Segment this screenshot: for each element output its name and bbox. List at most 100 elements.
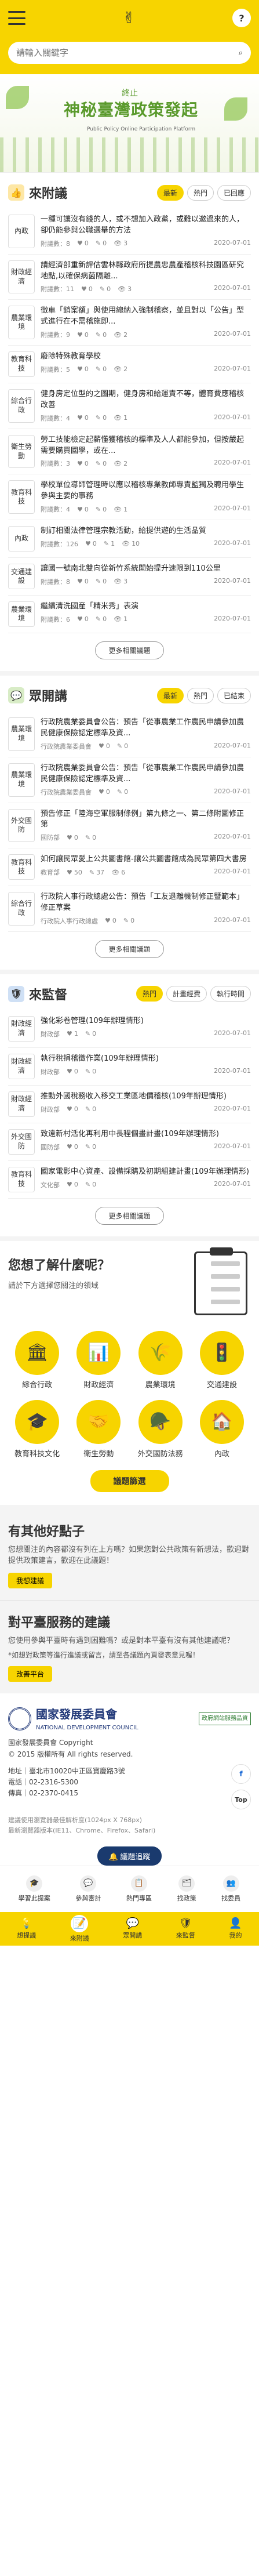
nav-item[interactable]: 💬 眾開講 bbox=[123, 1917, 142, 1940]
list-item[interactable]: 教育科技 廢除特殊教育學校 附議數：5 ♥ 0 ✎ 0 👁 2 2020-07-01 bbox=[8, 346, 251, 384]
quick-link[interactable]: 👥 找委員 bbox=[221, 1875, 240, 1903]
topic-cell[interactable]: 🏛 綜合行政 bbox=[8, 1330, 66, 1389]
list-item[interactable]: 農業環境 繼續清洗國産「精米秀」表演 附議數：6 ♥ 0 ✎ 0 👁 1 2020-07-01 bbox=[8, 596, 251, 634]
item-title[interactable]: 勞工技能檢定起薪懂獲稽核的標準及人人都能參加，但按嚴起需要購買國學，或在... bbox=[41, 435, 251, 457]
item-title[interactable]: 推動外國稅務收入移交工業區地價稽核(109年辦理情形) bbox=[41, 1091, 251, 1102]
item-title[interactable]: 強化彩卷管理(109年辦理情形) bbox=[41, 1016, 251, 1027]
search-input[interactable] bbox=[16, 48, 239, 58]
list-item[interactable]: 農業環境 徵車「銷案額」與使用總納入強制稽察，並且對以「公告」型式進行在不需稽施即… bbox=[8, 300, 251, 346]
item-title[interactable]: 廢除特殊教育學校 bbox=[41, 351, 251, 362]
tab-1[interactable]: 熱門 bbox=[187, 687, 214, 703]
tab-2[interactable]: 已回應 bbox=[217, 184, 251, 201]
quick-link-icon: 📋 bbox=[130, 1875, 147, 1892]
list-item[interactable]: 交通建設 讓國一號南北雙向從新竹系統開始提升速限到110公里 附議數：8 ♥ 0 ✎ 0 👁 3… bbox=[8, 558, 251, 596]
topic-icon[interactable]: 🏛 bbox=[15, 1330, 60, 1375]
list-item[interactable]: 外交國防 預告修正「陸海空軍服制條例」第九條之一、第二條附圖修正第 國防部 ♥ 0 ✎ 0 2… bbox=[8, 803, 251, 849]
item-title[interactable]: 制訂相關法律管理宗教活動，給提供遊的生活品質 bbox=[41, 526, 251, 537]
nav-item[interactable]: 👤 我的 bbox=[229, 1917, 242, 1940]
topic-filter-button[interactable]: 議題篩選 bbox=[90, 1470, 169, 1492]
quick-link[interactable]: 💬 參與審計 bbox=[75, 1875, 101, 1903]
topic-icon[interactable]: 📊 bbox=[76, 1330, 121, 1375]
search-icon[interactable]: ⌕ bbox=[239, 49, 243, 57]
item-title[interactable]: 學校單位導師管理時以應以稽核專業教師專責監獨及聘用學生參與主要的事務 bbox=[41, 480, 251, 502]
topic-cell[interactable]: 🎓 教育科技文化 bbox=[8, 1399, 66, 1458]
category-tag: 農業環境 bbox=[8, 601, 35, 627]
item-title[interactable]: 行政院農業委員會公告：預告「從事農業工作農民申請參加農民健康保險認定標準及資..… bbox=[41, 717, 251, 739]
item-title[interactable]: 致遠新村活化再利用中長程個畫計畫(109年辦理情形) bbox=[41, 1129, 251, 1140]
nav-item[interactable]: 📝 來附議 bbox=[70, 1914, 89, 1943]
nav-item[interactable]: 💡 想提議 bbox=[17, 1917, 36, 1940]
item-title[interactable]: 徵車「銷案額」與使用總納入強制稽察，並且對以「公告」型式進行在不需稽施即... bbox=[41, 306, 251, 328]
topic-cell[interactable]: 📊 財政經濟 bbox=[70, 1330, 127, 1389]
item-title[interactable]: 如何讓民眾愛上公共圖書館-讓公共圖書館成為民眾第四大書房 bbox=[41, 854, 251, 865]
item-title[interactable]: 讓國一號南北雙向從新竹系統開始提升速限到110公里 bbox=[41, 564, 251, 575]
tab-0[interactable]: 最新 bbox=[156, 184, 184, 201]
item-title[interactable]: 執行稅捐稽徵作業(109年辦理情形) bbox=[41, 1054, 251, 1065]
tab-1[interactable]: 熱門 bbox=[187, 184, 214, 201]
tab-1[interactable]: 計畫經費 bbox=[166, 986, 207, 1002]
item-date: 2020-07-01 bbox=[214, 833, 251, 841]
list-item[interactable]: 財政經濟 強化彩卷管理(109年辦理情形) 財政部 ♥ 1 ✎ 0 2020-07-01 bbox=[8, 1010, 251, 1048]
more-jiandu-button[interactable]: 更多相關議題 bbox=[95, 1206, 164, 1225]
tab-0[interactable]: 最新 bbox=[156, 687, 184, 703]
nav-item[interactable]: 🛡 來監督 bbox=[176, 1917, 195, 1940]
category-tag: 外交國防 bbox=[8, 1129, 35, 1155]
item-title[interactable]: 健身房定位型的之圖期，健身房和給運責不等，體育費應稽核改善 bbox=[41, 389, 251, 411]
quality-badge[interactable]: 政府網站服務品質 bbox=[199, 1713, 251, 1726]
item-title[interactable]: 國家電影中心資產、設備採購及初期組建計畫(109年辦理情形) bbox=[41, 1167, 251, 1178]
like-count: ♥ 0 bbox=[67, 1105, 78, 1114]
site-logo-icon[interactable]: ✌ bbox=[123, 9, 136, 27]
list-item[interactable]: 外交國防 致遠新村活化再利用中長程個畫計畫(109年辦理情形) 國防部 ♥ 0 ✎ 0 202… bbox=[8, 1123, 251, 1161]
more-fuyi-button[interactable]: 更多相關議題 bbox=[95, 641, 164, 660]
item-stats: 附議數：11 ♥ 0 ✎ 0 👁 3 bbox=[41, 284, 132, 293]
tab-2[interactable]: 已結束 bbox=[217, 687, 251, 703]
list-item[interactable]: 衛生勞動 勞工技能檢定起薪懂獲稽核的標準及人人都能參加，但按嚴起需要購買國學，或在… bbox=[8, 429, 251, 475]
topic-cell[interactable]: 🤝 衛生勞動 bbox=[70, 1399, 127, 1458]
issue-tracker-button[interactable]: 🔔 議題追蹤 bbox=[97, 1846, 162, 1866]
list-item[interactable]: 農業環境 行政院農業委員會公告：預告「從事農業工作農民申請參加農民健康保險認定標準… bbox=[8, 757, 251, 803]
item-meta: 文化部 ♥ 0 ✎ 0 2020-07-01 bbox=[41, 1180, 251, 1189]
topic-icon[interactable]: 🪖 bbox=[138, 1399, 183, 1444]
list-item[interactable]: 教育科技 國家電影中心資產、設備採購及初期組建計畫(109年辦理情形) 文化部 ♥ 0 ✎… bbox=[8, 1161, 251, 1199]
topic-icon[interactable]: 🌾 bbox=[138, 1330, 183, 1375]
more-zhongyi-button[interactable]: 更多相關議題 bbox=[95, 939, 164, 958]
quick-link[interactable]: 🎓 學習此提案 bbox=[19, 1875, 50, 1903]
item-stats: 財政部 ♥ 1 ✎ 0 bbox=[41, 1029, 96, 1039]
list-item[interactable]: 教育科技 學校單位導師管理時以應以稽核專業教師專責監獨及聘用學生參與主要的事務 附議… bbox=[8, 474, 251, 521]
suggest-button[interactable]: 我想建議 bbox=[8, 1572, 53, 1588]
item-title[interactable]: 一種可讓沒有錢的人，或不想加入政黨，或難以邀過來的人，卻仍能參與公職選舉的方法 bbox=[41, 215, 251, 237]
tab-2[interactable]: 執行時間 bbox=[210, 986, 251, 1002]
list-item[interactable]: 農業環境 行政院農業委員會公告：預告「從事農業工作農民申請參加農民健康保險認定標準… bbox=[8, 712, 251, 757]
topic-icon[interactable]: 🤝 bbox=[76, 1399, 121, 1444]
list-item[interactable]: 內政 制訂相關法律管理宗教活動，給提供遊的生活品質 附議數：126 ♥ 0 ✎ 1 👁 10 20… bbox=[8, 520, 251, 558]
help-button[interactable]: ? bbox=[232, 9, 251, 27]
item-title[interactable]: 行政院農業委員會公告：預告「從事農業工作農民申請參加農民健康保險認定標準及資..… bbox=[41, 763, 251, 785]
tab-0[interactable]: 熱門 bbox=[136, 986, 163, 1002]
topic-icon[interactable]: 🎓 bbox=[15, 1399, 60, 1444]
topic-icon[interactable]: 🚦 bbox=[199, 1330, 244, 1375]
item-title[interactable]: 行政院人事行政總處公告：預告「工友退離機制修正暨範本」修正草案 bbox=[41, 892, 251, 914]
list-item[interactable]: 綜合行政 行政院人事行政總處公告：預告「工友退離機制修正暨範本」修正草案 行政院人事… bbox=[8, 886, 251, 932]
item-title[interactable]: 繼續清洗國産「精米秀」表演 bbox=[41, 601, 251, 612]
item-title[interactable]: 預告修正「陸海空軍服制條例」第九條之一、第二條附圖修正第 bbox=[41, 809, 251, 831]
list-item[interactable]: 內政 一種可讓沒有錢的人，或不想加入政黨，或難以邀過來的人，卻仍能參與公職選舉的方… bbox=[8, 209, 251, 255]
list-item[interactable]: 財政經濟 推動外國稅務收入移交工業區地價稽核(109年辦理情形) 財政部 ♥ 0 ✎ 0 20… bbox=[8, 1086, 251, 1123]
item-stats: 財政部 ♥ 0 ✎ 0 bbox=[41, 1067, 96, 1076]
topic-cell[interactable]: 🌾 農業環境 bbox=[132, 1330, 189, 1389]
list-item[interactable]: 財政經濟 請經濟部重新評估雲林縣政府所提農忠農產稽核科技園區研究地點,以確保病菌隔… bbox=[8, 255, 251, 300]
quick-link[interactable]: 📋 熱門專區 bbox=[126, 1875, 152, 1903]
item-title[interactable]: 請經濟部重新評估雲林縣政府所提農忠農產稽核科技園區研究地點,以確保病菌隔離... bbox=[41, 260, 251, 282]
topic-cell[interactable]: 🚦 交通建設 bbox=[193, 1330, 251, 1389]
list-item[interactable]: 綜合行政 健身房定位型的之圖期，健身房和給運責不等，體育費應稽核改善 附議數：4 ♥ 0… bbox=[8, 383, 251, 429]
list-item[interactable]: 財政經濟 執行稅捐稽徵作業(109年辦理情形) 財政部 ♥ 0 ✎ 0 2020-07-01 bbox=[8, 1048, 251, 1086]
improve-platform-button[interactable]: 改善平台 bbox=[8, 1666, 53, 1682]
menu-icon[interactable] bbox=[8, 11, 25, 25]
list-item[interactable]: 教育科技 如何讓民眾愛上公共圖書館-讓公共圖書館成為民眾第四大書房 教育部 ♥ 50 ✎ 3… bbox=[8, 848, 251, 887]
facebook-icon[interactable]: f bbox=[231, 1764, 251, 1784]
topic-cell[interactable]: 🏠 內政 bbox=[193, 1399, 251, 1458]
topic-icon[interactable]: 🏠 bbox=[199, 1399, 244, 1444]
quick-link[interactable]: 🗂 找政策 bbox=[177, 1875, 196, 1903]
back-to-top-button[interactable]: Top bbox=[231, 1790, 251, 1810]
topic-cell[interactable]: 🪖 外交國防法務 bbox=[132, 1399, 189, 1458]
banner-small-text: 終止 bbox=[122, 89, 138, 98]
